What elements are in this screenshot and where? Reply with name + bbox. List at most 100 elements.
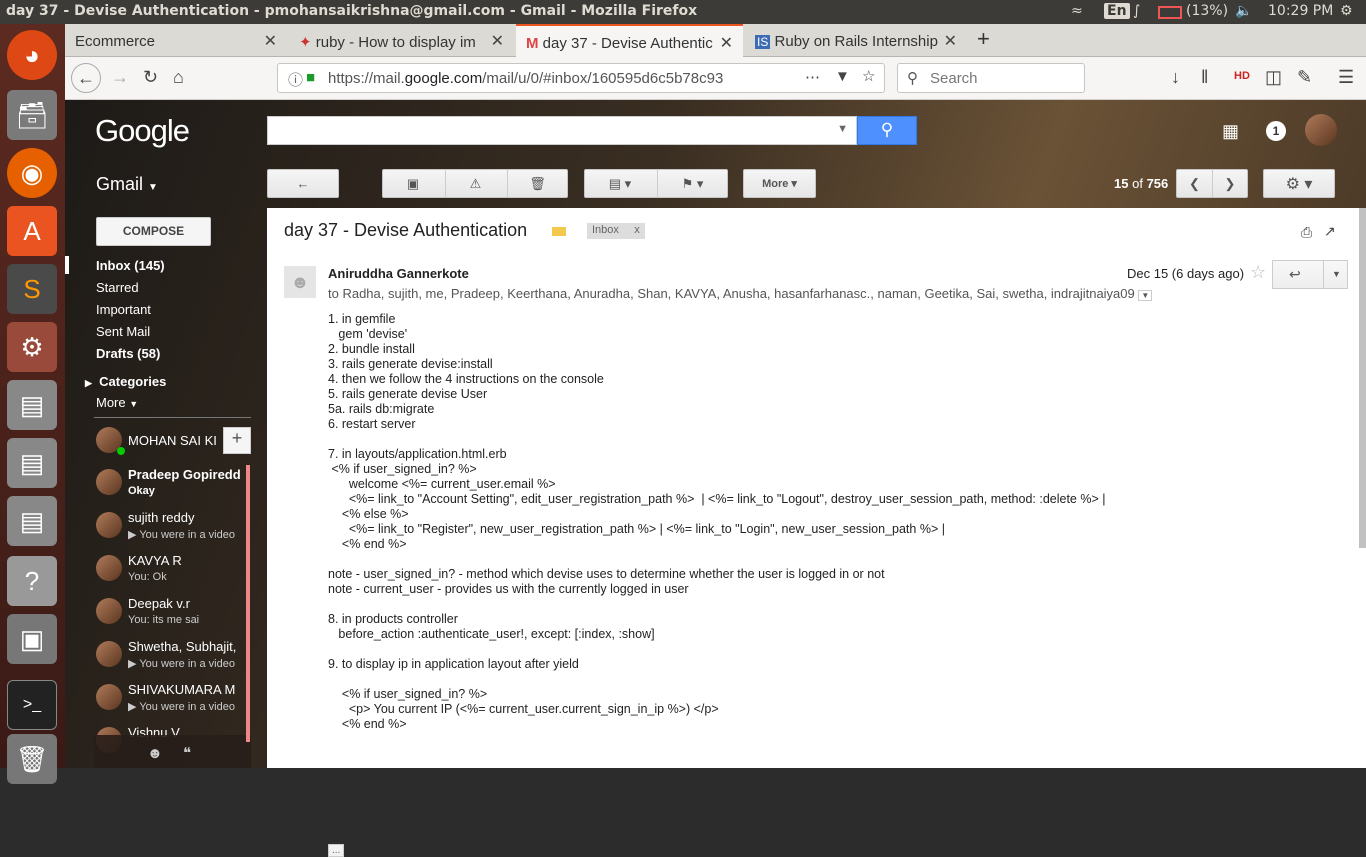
nav-more[interactable]: More ▼ [96, 395, 138, 410]
video-icon: ▶ [128, 701, 137, 713]
inbox-label-chip[interactable]: Inbox x [587, 223, 645, 239]
pocket-icon[interactable]: ▼ [835, 68, 850, 85]
sender-name[interactable]: Aniruddha Gannerkote [328, 266, 469, 281]
remove-label-icon[interactable]: x [634, 224, 640, 236]
sublime-text-icon[interactable]: S [7, 264, 57, 314]
more-button[interactable]: More ▾ [743, 169, 816, 198]
reply-icon[interactable]: ↩ [1289, 266, 1301, 283]
nav-important[interactable]: Important [96, 302, 151, 317]
apps-grid-icon[interactable]: ▦ [1222, 122, 1240, 140]
battery-icon[interactable] [1158, 6, 1182, 19]
newer-chevron-left-icon[interactable]: ❮ [1177, 170, 1212, 197]
drive-icon[interactable]: ▤ [7, 496, 57, 546]
report-spam-icon[interactable]: ⚠ [445, 170, 505, 197]
database-icon[interactable]: ▣ [7, 614, 57, 664]
settings-button[interactable]: ⚙ ▾ [1263, 169, 1335, 198]
search-options-icon[interactable]: ▼ [837, 123, 848, 135]
home-icon[interactable]: ⌂ [173, 67, 184, 88]
keyboard-layout-indicator[interactable]: En [1104, 3, 1130, 19]
page-actions-icon[interactable]: ⋯ [805, 68, 820, 86]
chat-item[interactable]: sujith reddy ▶ You were in a video [94, 508, 251, 551]
new-tab-button[interactable]: + [971, 24, 1001, 57]
system-settings-icon[interactable]: ⚙ [7, 322, 57, 372]
browser-search-field[interactable]: ⚲ Search [897, 63, 1085, 93]
mail-search-button[interactable]: ⚲ [857, 116, 917, 145]
volume-icon[interactable]: 🔈 [1235, 3, 1252, 19]
sidebar-icon[interactable]: ◫ [1265, 67, 1282, 88]
close-tab-icon[interactable]: ✕ [944, 31, 957, 51]
nav-categories[interactable]: ▶ Categories [85, 374, 166, 389]
firefox-icon[interactable]: ◉ [7, 148, 57, 198]
close-tab-icon[interactable]: ✕ [720, 33, 733, 53]
library-icon[interactable]: ‖ [1201, 67, 1208, 88]
close-tab-icon[interactable]: ✕ [264, 31, 277, 51]
power-gear-icon[interactable]: ⚙ [1340, 3, 1353, 19]
browser-tab[interactable]: IS Ruby on Rails Internship ✕ [745, 24, 967, 57]
print-icon[interactable]: ⎙ [1301, 224, 1312, 241]
nav-drafts[interactable]: Drafts (58) [96, 346, 160, 361]
browser-tab[interactable]: ✦ ruby - How to display im ✕ [289, 24, 514, 57]
menu-icon[interactable]: ☰ [1338, 67, 1354, 88]
tab-label: day 37 - Devise Authentic [542, 35, 713, 52]
chat-scrollbar[interactable] [246, 465, 250, 742]
info-icon[interactable]: ⓘ [288, 69, 303, 90]
files-icon[interactable]: 🗃 [7, 90, 57, 140]
sender-avatar-icon[interactable]: ☻ [284, 266, 316, 298]
nav-sent-mail[interactable]: Sent Mail [96, 324, 150, 339]
show-details-icon[interactable]: ▼ [1138, 290, 1153, 301]
back-to-inbox-button[interactable]: ← [267, 169, 339, 198]
url-bar[interactable]: ⓘ ■ https://mail.google.com/mail/u/0/#in… [277, 63, 885, 93]
notifications-badge[interactable]: 1 [1266, 121, 1286, 141]
move-to-folder-icon[interactable]: ▤ ▾ [585, 170, 655, 197]
drive-icon[interactable]: ▤ [7, 438, 57, 488]
account-avatar[interactable] [1305, 114, 1337, 146]
trash-icon[interactable]: 🗑 [7, 734, 57, 784]
gmail-menu[interactable]: Gmail ▼ [96, 174, 158, 195]
close-tab-icon[interactable]: ✕ [491, 31, 504, 51]
nav-inbox[interactable]: Inbox (145) [96, 258, 165, 273]
mail-search-input[interactable]: ▼ [267, 116, 857, 145]
chat-item[interactable]: Pradeep Gopiredd Okay [94, 465, 251, 508]
bookmark-star-icon[interactable]: ☆ [862, 67, 875, 85]
nav-starred[interactable]: Starred [96, 280, 139, 295]
delete-icon[interactable]: 🗑 [507, 170, 567, 197]
my-chat-name[interactable]: MOHAN SAI KI [128, 433, 217, 448]
browser-nav-bar: ← → ↻ ⌂ ⓘ ■ https://mail.google.com/mail… [65, 57, 1366, 100]
labels-tag-icon[interactable]: ⚑ ▾ [657, 170, 727, 197]
ubuntu-dash-icon[interactable]: ◕ [7, 30, 57, 80]
drive-icon[interactable]: ▤ [7, 380, 57, 430]
help-icon[interactable]: ? [7, 556, 57, 606]
chat-item[interactable]: KAVYA R You: Ok [94, 551, 251, 594]
new-window-icon[interactable]: ↗ [1324, 223, 1336, 240]
show-trimmed-content-button[interactable]: ... [328, 844, 345, 857]
downloads-icon[interactable]: ↓ [1171, 67, 1180, 88]
chat-item[interactable]: Shwetha, Subhajit, ▶ You were in a video [94, 637, 251, 680]
hd-extension-icon[interactable]: HD [1234, 70, 1250, 82]
browser-tab[interactable]: Ecommerce ✕ [65, 24, 287, 57]
add-chat-button[interactable]: + [223, 427, 251, 454]
content-scrollbar[interactable] [1359, 208, 1366, 548]
back-icon[interactable]: ← [71, 63, 101, 93]
bluetooth-icon[interactable]: ∫ [1133, 3, 1140, 19]
hangouts-icon[interactable]: ❝ [183, 744, 191, 762]
clock[interactable]: 10:29 PM [1268, 3, 1333, 19]
person-icon[interactable]: ☻ [147, 745, 163, 762]
wifi-icon[interactable]: ≈ [1071, 3, 1083, 19]
email-date: Dec 15 (6 days ago) [1127, 266, 1245, 281]
star-icon[interactable]: ☆ [1250, 262, 1266, 283]
importance-marker-icon[interactable] [552, 227, 566, 236]
terminal-icon[interactable]: >_ [7, 680, 57, 730]
older-chevron-right-icon[interactable]: ❯ [1212, 170, 1247, 197]
extension-icon[interactable]: ✎ [1297, 67, 1312, 88]
chat-item[interactable]: Deepak v.r You: its me sai [94, 594, 251, 637]
archive-icon[interactable]: ▣ [383, 170, 443, 197]
search-icon: ⚲ [880, 120, 894, 139]
browser-tab-active[interactable]: M day 37 - Devise Authentic ✕ [516, 24, 743, 57]
more-actions-chevron-icon[interactable]: ▼ [1323, 261, 1349, 288]
google-logo[interactable]: Google [95, 113, 190, 149]
software-center-icon[interactable]: A [7, 206, 57, 256]
forward-icon[interactable]: → [111, 67, 129, 88]
reload-icon[interactable]: ↻ [143, 67, 158, 88]
compose-button[interactable]: COMPOSE [96, 217, 211, 246]
chat-item[interactable]: SHIVAKUMARA M ▶ You were in a video [94, 680, 251, 723]
